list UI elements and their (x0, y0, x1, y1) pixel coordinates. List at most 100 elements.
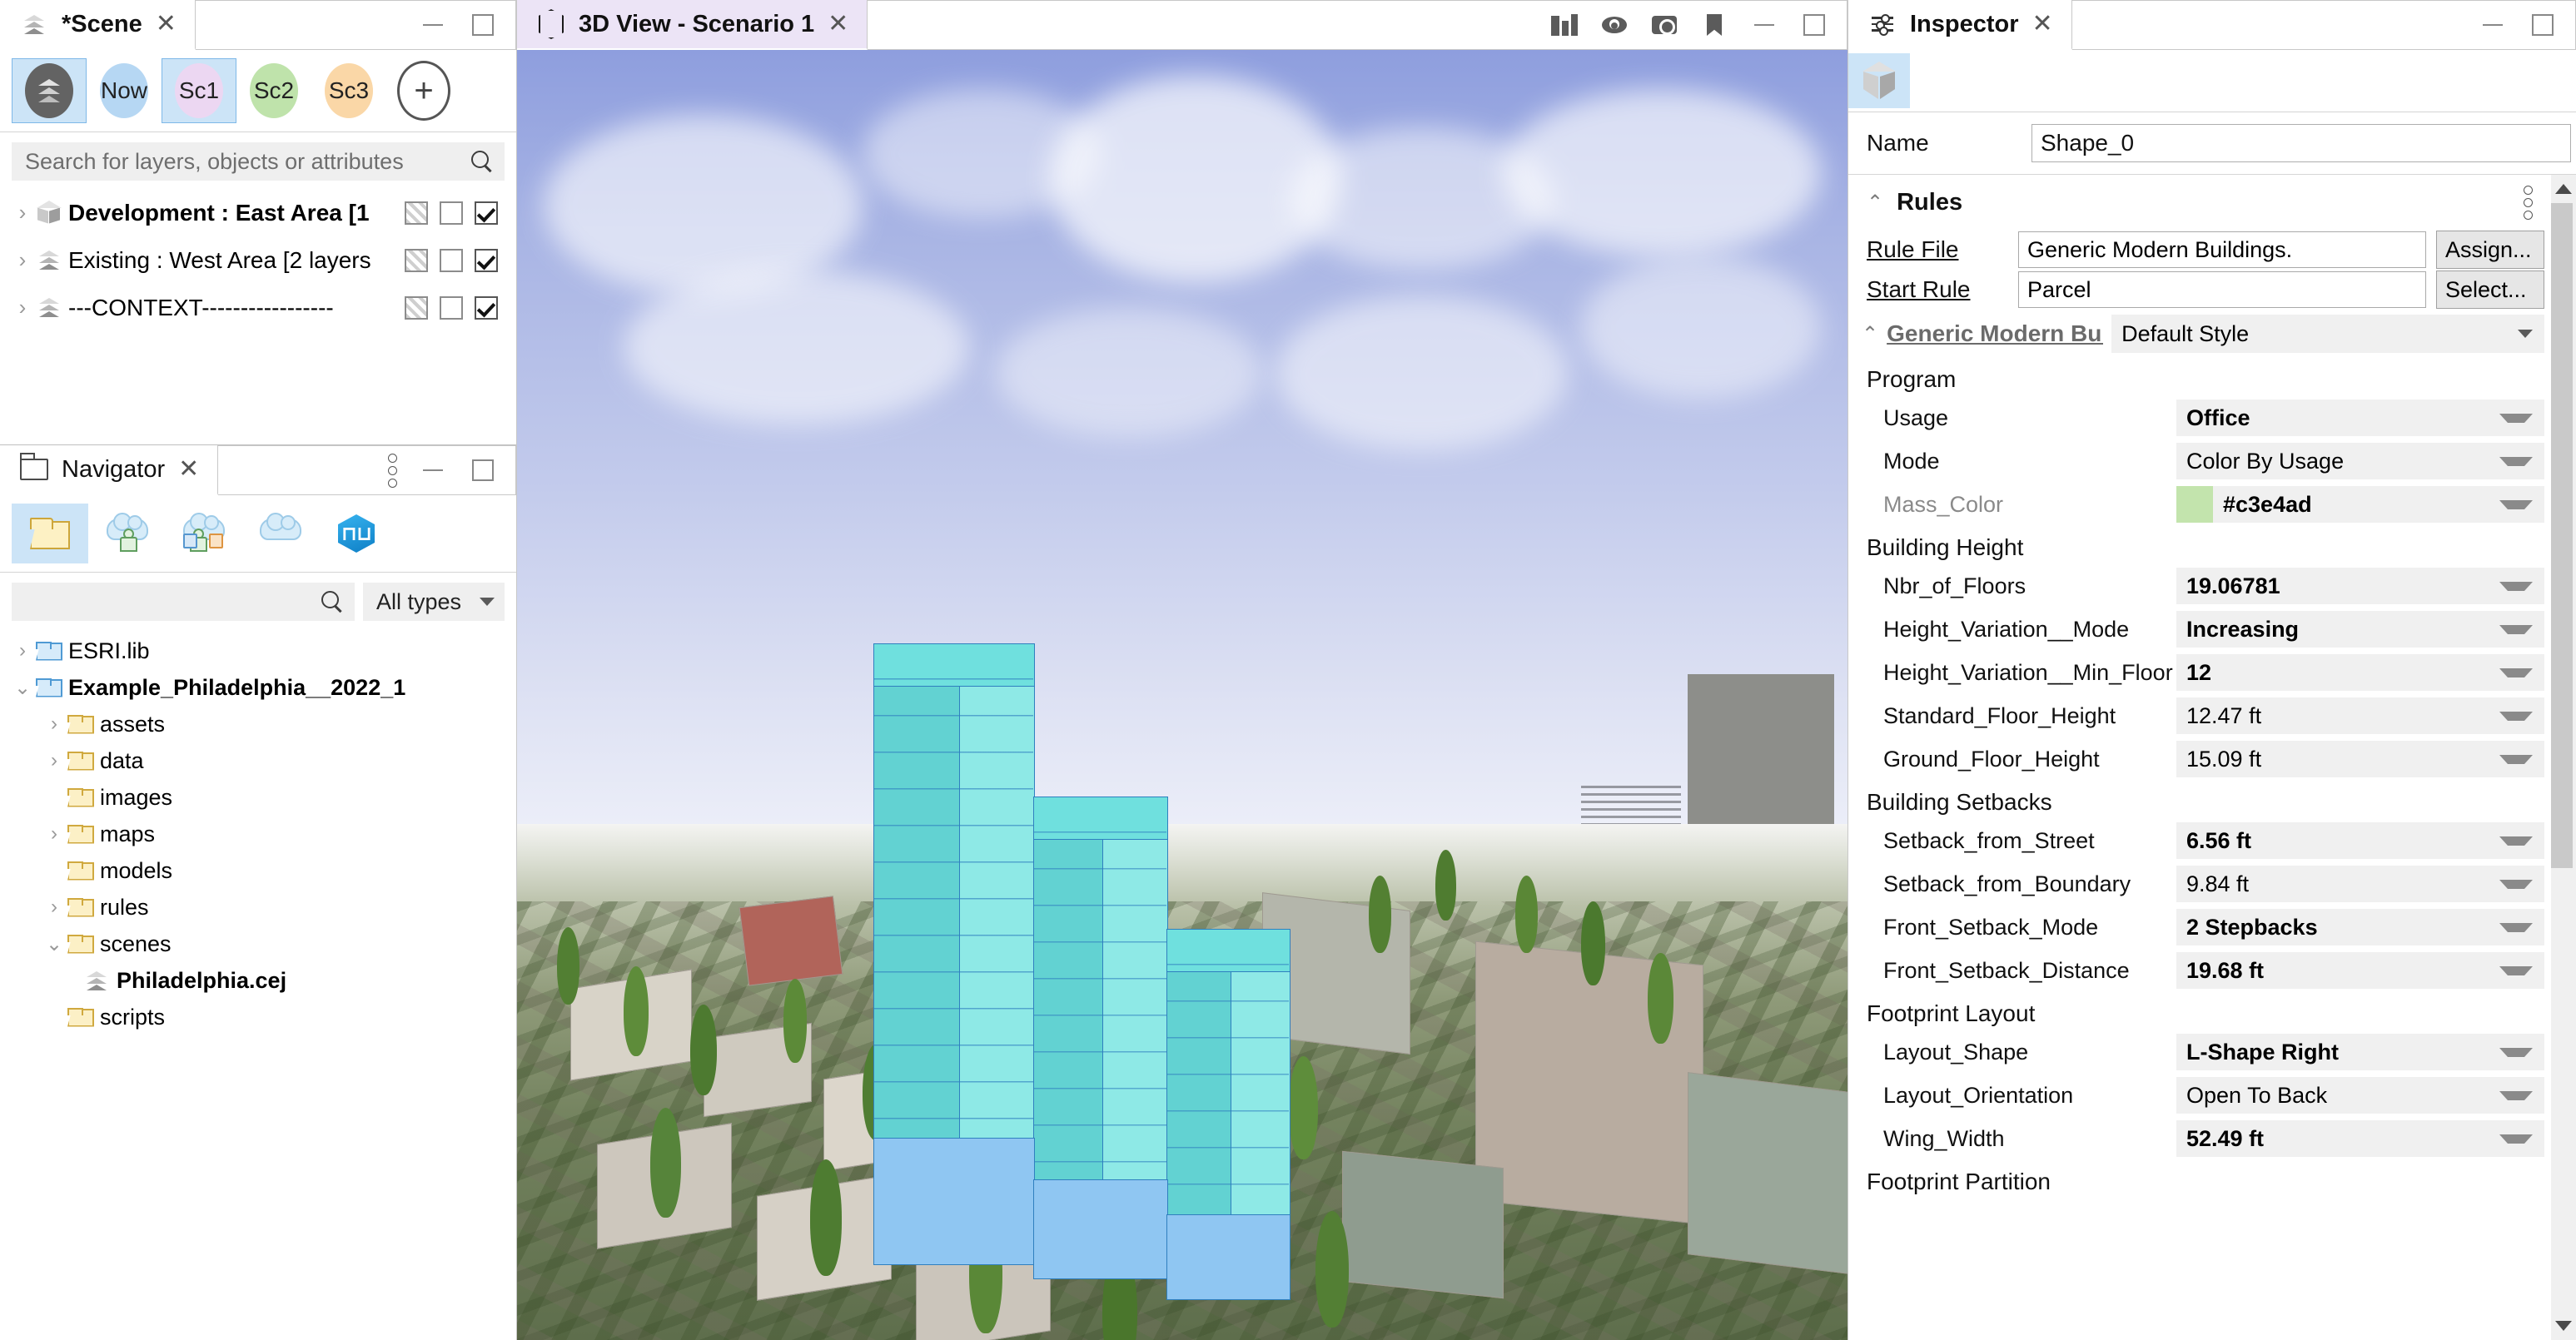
layer-stack-icon[interactable] (1550, 11, 1579, 39)
chevron-right-icon[interactable]: › (12, 200, 33, 226)
rule-file-label[interactable]: Rule File (1867, 236, 2018, 263)
rule-file-value[interactable]: Generic Modern Buildings. (2018, 231, 2426, 268)
type-filter-dropdown[interactable]: All types (363, 583, 505, 621)
rule-name-label[interactable]: Generic Modern Buildin (1887, 320, 2103, 347)
tree-item-models[interactable]: models (0, 852, 516, 889)
chevron-right-icon[interactable]: › (12, 295, 33, 320)
param-dropdown[interactable]: 6.56 ft (2176, 822, 2544, 859)
tree-item-philadelphia-cej[interactable]: Philadelphia.cej (0, 962, 516, 999)
chevron-right-icon[interactable]: › (43, 749, 65, 772)
eye-icon[interactable] (1600, 11, 1629, 39)
layer-row-existing[interactable]: › Existing : West Area [2 layers (0, 236, 516, 284)
param-dropdown[interactable]: 19.06781 (2176, 568, 2544, 604)
start-rule-label[interactable]: Start Rule (1867, 276, 2018, 303)
chevron-right-icon[interactable]: › (12, 639, 33, 663)
scenario-now[interactable]: Now (87, 58, 162, 123)
layer-row-context[interactable]: › ---CONTEXT----------------- (0, 284, 516, 331)
rules-menu-icon[interactable] (2524, 186, 2533, 220)
chevron-down-icon[interactable]: ⌄ (43, 932, 65, 956)
tab-3d-view[interactable]: 3D View - Scenario 1 ✕ (517, 0, 868, 50)
param-dropdown[interactable]: Open To Back (2176, 1077, 2544, 1114)
add-scenario-button[interactable]: + (386, 58, 461, 123)
minimize-button[interactable] (419, 11, 447, 39)
public-content-button[interactable] (241, 504, 318, 563)
chevron-up-icon[interactable]: ⌃ (1867, 191, 1883, 215)
search-input[interactable] (23, 148, 471, 176)
color-swatch[interactable] (2176, 486, 2213, 523)
close-icon[interactable]: ✕ (826, 12, 850, 37)
close-icon[interactable]: ✕ (2031, 12, 2055, 37)
chevron-down-icon[interactable]: ⌄ (12, 676, 33, 700)
param-dropdown[interactable]: Office (2176, 400, 2544, 436)
scroll-up-button[interactable] (2551, 175, 2576, 203)
search-icon[interactable] (321, 591, 343, 613)
layer-select-checkbox[interactable] (440, 201, 463, 225)
chevron-right-icon[interactable]: › (12, 247, 33, 273)
layer-lock-checkbox[interactable] (405, 201, 428, 225)
maximize-button[interactable] (469, 456, 497, 484)
navigator-search-input[interactable] (23, 588, 321, 616)
param-dropdown[interactable]: 19.68 ft (2176, 952, 2544, 989)
scenario-sc1[interactable]: Sc1 (162, 58, 236, 123)
minimize-button[interactable] (419, 456, 447, 484)
tab-scene[interactable]: *Scene ✕ (0, 0, 196, 50)
chevron-right-icon[interactable]: › (43, 712, 65, 736)
camera-icon[interactable] (1650, 11, 1678, 39)
scroll-thumb[interactable] (2551, 203, 2573, 868)
layer-visible-checkbox[interactable] (475, 296, 498, 320)
rules-section-header[interactable]: ⌃ Rules (1848, 175, 2551, 230)
layer-select-checkbox[interactable] (440, 249, 463, 272)
navigator-search-box[interactable] (12, 583, 355, 621)
style-dropdown[interactable]: Default Style (2111, 315, 2544, 353)
scenario-sc2[interactable]: Sc2 (236, 58, 311, 123)
bookmark-icon[interactable] (1700, 11, 1728, 39)
tree-item-maps[interactable]: › maps (0, 816, 516, 852)
shape-object-button[interactable] (1848, 53, 1910, 108)
layer-lock-checkbox[interactable] (405, 249, 428, 272)
tree-item-esri-lib[interactable]: › ESRI.lib (0, 633, 516, 669)
layer-visible-checkbox[interactable] (475, 249, 498, 272)
layer-visible-checkbox[interactable] (475, 201, 498, 225)
close-icon[interactable]: ✕ (154, 12, 178, 37)
tree-item-data[interactable]: › data (0, 742, 516, 779)
param-dropdown[interactable]: Color By Usage (2176, 443, 2544, 479)
layer-row-development[interactable]: › Development : East Area [1 (0, 189, 516, 236)
minimize-button[interactable] (1750, 11, 1778, 39)
arcgis-online-button[interactable]: ⊓⊔ (318, 504, 395, 563)
param-dropdown[interactable]: 2 Stepbacks (2176, 909, 2544, 945)
shared-content-button[interactable] (165, 504, 241, 563)
tree-item-rules[interactable]: › rules (0, 889, 516, 926)
param-dropdown[interactable]: 12.47 ft (2176, 697, 2544, 734)
chevron-up-icon[interactable]: ⌃ (1862, 322, 1878, 346)
tab-navigator[interactable]: Navigator ✕ (0, 445, 218, 495)
scenario-all-layers[interactable] (12, 58, 87, 123)
param-dropdown[interactable]: Increasing (2176, 611, 2544, 648)
tab-inspector[interactable]: Inspector ✕ (1848, 0, 2072, 50)
scroll-down-button[interactable] (2551, 1312, 2576, 1340)
param-dropdown[interactable]: #c3e4ad (2176, 486, 2544, 523)
select-button[interactable]: Select... (2436, 270, 2544, 309)
tree-item-scenes[interactable]: ⌄ scenes (0, 926, 516, 962)
scene-search-box[interactable] (12, 142, 505, 181)
layer-lock-checkbox[interactable] (405, 296, 428, 320)
tree-item-images[interactable]: images (0, 779, 516, 816)
procedural-building-massing[interactable] (863, 643, 1395, 1340)
param-dropdown[interactable]: 52.49 ft (2176, 1120, 2544, 1157)
viewport-3d[interactable] (517, 50, 1847, 1340)
search-icon[interactable] (471, 151, 493, 172)
maximize-button[interactable] (2529, 11, 2557, 39)
chevron-right-icon[interactable]: › (43, 896, 65, 919)
inspector-scrollbar[interactable] (2551, 175, 2576, 1340)
start-rule-value[interactable]: Parcel (2018, 271, 2426, 308)
param-dropdown[interactable]: L-Shape Right (2176, 1034, 2544, 1070)
scroll-track[interactable] (2551, 203, 2576, 1312)
tree-item-example-philadelphia[interactable]: ⌄ Example_Philadelphia__2022_1 (0, 669, 516, 706)
view-menu-icon[interactable] (388, 454, 397, 488)
param-dropdown[interactable]: 12 (2176, 654, 2544, 691)
close-icon[interactable]: ✕ (177, 457, 201, 482)
minimize-button[interactable] (2479, 11, 2507, 39)
my-content-button[interactable] (88, 504, 165, 563)
local-folder-button[interactable] (12, 504, 88, 563)
tree-item-scripts[interactable]: scripts (0, 999, 516, 1035)
scenario-sc3[interactable]: Sc3 (311, 58, 386, 123)
